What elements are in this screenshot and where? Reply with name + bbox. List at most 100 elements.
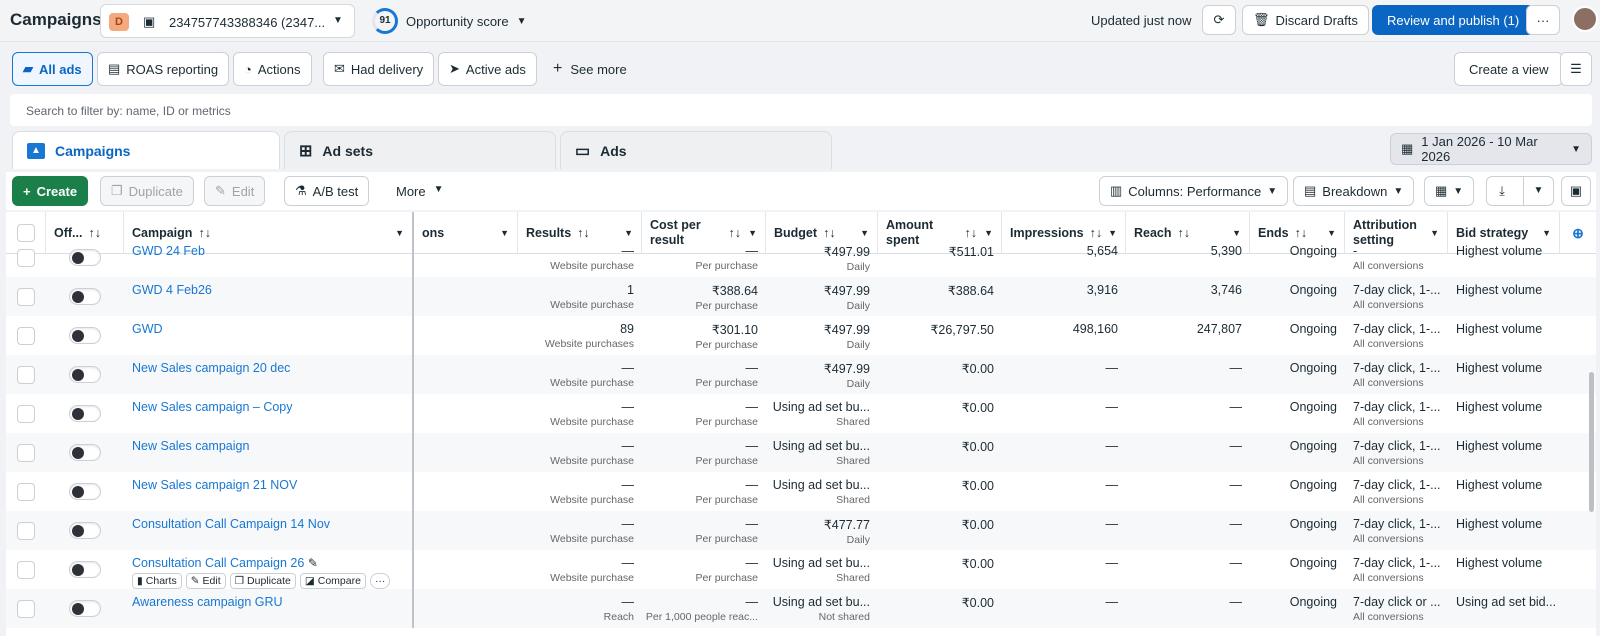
chart-icon: ▣	[1569, 183, 1583, 198]
duplicate-button[interactable]: ❐ Duplicate	[100, 176, 194, 206]
row-checkbox[interactable]	[17, 599, 35, 618]
calendar-icon: ▦	[1401, 141, 1414, 156]
campaign-name-link[interactable]: Awareness campaign GRU	[132, 595, 283, 609]
on-off-toggle[interactable]	[69, 483, 101, 500]
plus-icon: +	[23, 183, 31, 199]
row-checkbox[interactable]	[17, 248, 35, 267]
edit-button[interactable]: ✎ Edit	[204, 176, 266, 206]
see-more-button[interactable]: + See more	[553, 60, 627, 78]
campaign-name-link[interactable]: New Sales campaign	[132, 439, 249, 453]
cost-per-result-cell: — Per purchase	[642, 472, 766, 511]
row-checkbox[interactable]	[17, 560, 35, 579]
table-row[interactable]: GWD 24 Feb — Website purchase — Per purchase…	[6, 238, 1596, 277]
pencil-icon[interactable]: ✎	[308, 556, 318, 570]
campaign-name-link[interactable]: New Sales campaign – Copy	[132, 400, 293, 414]
table-row[interactable]: New Sales campaign — Website purchase — Per …	[6, 433, 1596, 472]
campaign-name-link[interactable]: New Sales campaign 20 dec	[132, 361, 290, 375]
campaign-name-link[interactable]: Consultation Call Campaign 26	[132, 556, 304, 570]
more-button[interactable]: More ▼	[396, 184, 444, 199]
on-off-toggle[interactable]	[69, 522, 101, 539]
attribution-cell: 7-day click, 1-... All conversions	[1345, 355, 1448, 394]
create-view-button[interactable]: Create a view	[1454, 52, 1564, 86]
chevron-down-icon: ▼	[1393, 185, 1404, 197]
ends-value: Ongoing	[1289, 244, 1337, 258]
attribution-value: 7-day click, 1-...	[1353, 478, 1441, 492]
view-active-ads[interactable]: ➤ Active ads	[438, 52, 537, 86]
view-all-ads[interactable]: ▰ All ads	[12, 52, 93, 86]
table-row[interactable]: Awareness campaign GRU — Reach — Per 1,000 p…	[6, 589, 1596, 628]
impressions-cell: —	[1002, 394, 1126, 433]
more-options-button[interactable]: ···	[1526, 5, 1560, 35]
discard-drafts-button[interactable]: 🗑 Discard Drafts	[1242, 5, 1369, 35]
on-off-toggle[interactable]	[69, 561, 101, 578]
row-duplicate-button[interactable]: ❐ Duplicate	[229, 573, 296, 589]
row-checkbox[interactable]	[17, 482, 35, 501]
export-button[interactable]: ⤓ ▼	[1486, 176, 1554, 206]
view-actions[interactable]: ◔ Actions	[233, 52, 312, 86]
view-settings-button[interactable]: ☰	[1560, 52, 1592, 86]
row-checkbox[interactable]	[17, 287, 35, 306]
table-row[interactable]: New Sales campaign 20 dec — Website purcha…	[6, 355, 1596, 394]
on-off-toggle[interactable]	[69, 405, 101, 422]
tab-ads[interactable]: ▭ Ads	[560, 131, 832, 169]
campaign-name-link[interactable]: GWD 4 Feb26	[132, 283, 212, 297]
attribution-label: All conversions	[1353, 338, 1424, 350]
opportunity-score[interactable]: 91 Opportunity score ▼	[372, 8, 527, 34]
refresh-button[interactable]: ⟳	[1202, 5, 1236, 35]
on-off-toggle[interactable]	[69, 288, 101, 305]
compare-button[interactable]: ◪ Compare	[299, 573, 366, 589]
charts-button[interactable]: ▮ Charts	[132, 573, 182, 589]
campaign-name-link[interactable]: Consultation Call Campaign 14 Nov	[132, 517, 330, 531]
tab-label: Ads	[600, 142, 627, 159]
row-checkbox[interactable]	[17, 365, 35, 384]
tab-campaigns[interactable]: ▲ Campaigns	[12, 131, 280, 169]
reach-value: —	[1229, 478, 1243, 492]
ab-test-button[interactable]: ⚗ A/B test	[284, 176, 370, 206]
on-off-toggle[interactable]	[69, 600, 101, 617]
search-input[interactable]: Search to filter by: name, ID or metrics	[10, 94, 1592, 126]
row-checkbox[interactable]	[17, 326, 35, 345]
row-checkbox[interactable]	[17, 443, 35, 462]
avatar[interactable]	[1572, 6, 1598, 32]
table-row[interactable]: GWD 89 Website purchases ₹301.10 Per purchas…	[6, 316, 1596, 355]
table-row[interactable]: GWD 4 Feb26 1 Website purchase ₹388.64 Per p…	[6, 277, 1596, 316]
row-edit-button[interactable]: ✎ Edit	[185, 573, 226, 589]
campaign-name-link[interactable]: New Sales campaign 21 NOV	[132, 478, 297, 492]
row-toggle-cell	[46, 394, 124, 433]
campaign-name-link[interactable]: GWD	[132, 322, 163, 336]
duplicate-label: Duplicate	[128, 183, 183, 199]
table-row[interactable]: Consultation Call Campaign 26 ✎ ▮ Charts ✎ E…	[6, 550, 1596, 589]
view-roas[interactable]: ▤ ROAS reporting	[97, 52, 230, 86]
ends-cell: Ongoing	[1250, 511, 1345, 550]
reach-value: —	[1229, 517, 1243, 531]
bid-strategy-value: Highest volume	[1456, 322, 1543, 336]
table-row[interactable]: New Sales campaign 21 NOV — Website purcha…	[6, 472, 1596, 511]
view-had-delivery[interactable]: ✉ Had delivery	[323, 52, 435, 86]
breakdown-button[interactable]: ▤ Breakdown ▼	[1293, 176, 1415, 206]
reports-button[interactable]: ▦ ▼	[1424, 176, 1475, 206]
amount-spent-value: ₹0.00	[961, 596, 994, 610]
columns-button[interactable]: ▥ Columns: Performance ▼	[1099, 176, 1289, 206]
sliders-icon: ☰	[1570, 61, 1582, 76]
table-row[interactable]: Consultation Call Campaign 14 Nov — Websit…	[6, 511, 1596, 550]
attribution-value: 7-day click, 1-...	[1353, 361, 1441, 375]
reach-cell: —	[1126, 550, 1250, 589]
on-off-toggle[interactable]	[69, 327, 101, 344]
create-button[interactable]: + Create	[12, 176, 89, 206]
account-selector[interactable]: D ▣ 234757743388346 (2347... ▼	[100, 4, 355, 38]
row-checkbox[interactable]	[17, 521, 35, 540]
row-select-cell	[6, 277, 46, 316]
on-off-toggle[interactable]	[69, 444, 101, 461]
chart-toggle-button[interactable]: ▣	[1561, 176, 1591, 206]
account-id: 234757743388346 (2347...	[169, 15, 326, 30]
vertical-scrollbar[interactable]	[1589, 372, 1594, 512]
row-checkbox[interactable]	[17, 404, 35, 423]
campaign-name-link[interactable]: GWD 24 Feb	[132, 244, 205, 258]
review-publish-button[interactable]: Review and publish (1)	[1372, 5, 1535, 35]
table-row[interactable]: New Sales campaign – Copy — Website purcha…	[6, 394, 1596, 433]
tab-ad-sets[interactable]: ⊞ Ad sets	[284, 131, 556, 169]
on-off-toggle[interactable]	[69, 366, 101, 383]
date-range-picker[interactable]: ▦ 1 Jan 2026 - 10 Mar 2026 ▼	[1390, 133, 1592, 165]
on-off-toggle[interactable]	[69, 249, 101, 266]
row-more-button[interactable]: ···	[369, 573, 391, 589]
